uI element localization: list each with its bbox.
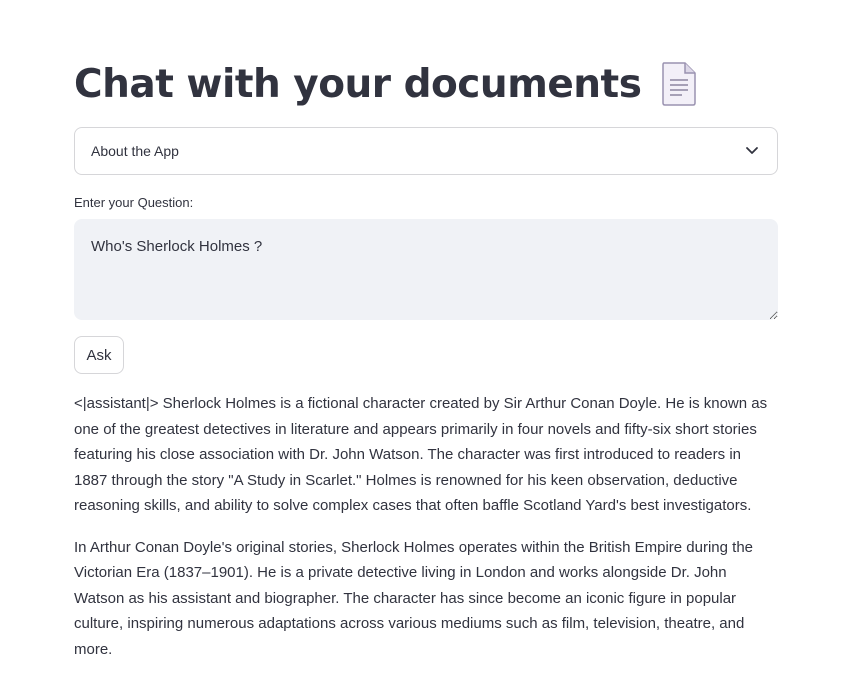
answer-paragraph: In Arthur Conan Doyle's original stories…: [74, 538, 754, 658]
answer-text: <|assistant|> Sherlock Holmes is a ficti…: [74, 391, 778, 678]
expander-label: About the App: [91, 143, 179, 159]
question-input[interactable]: Who's Sherlock Holmes ?: [74, 219, 778, 320]
answer-paragraph: <|assistant|> Sherlock Holmes is a ficti…: [74, 395, 768, 514]
question-label: Enter your Question:: [74, 195, 194, 210]
document-icon: [661, 62, 697, 106]
page-title: Chat with your documents: [74, 61, 642, 107]
title-row: Chat with your documents: [74, 56, 697, 112]
ask-button[interactable]: Ask: [74, 336, 124, 374]
about-app-expander[interactable]: About the App: [74, 127, 778, 175]
chevron-down-icon: [745, 143, 759, 157]
